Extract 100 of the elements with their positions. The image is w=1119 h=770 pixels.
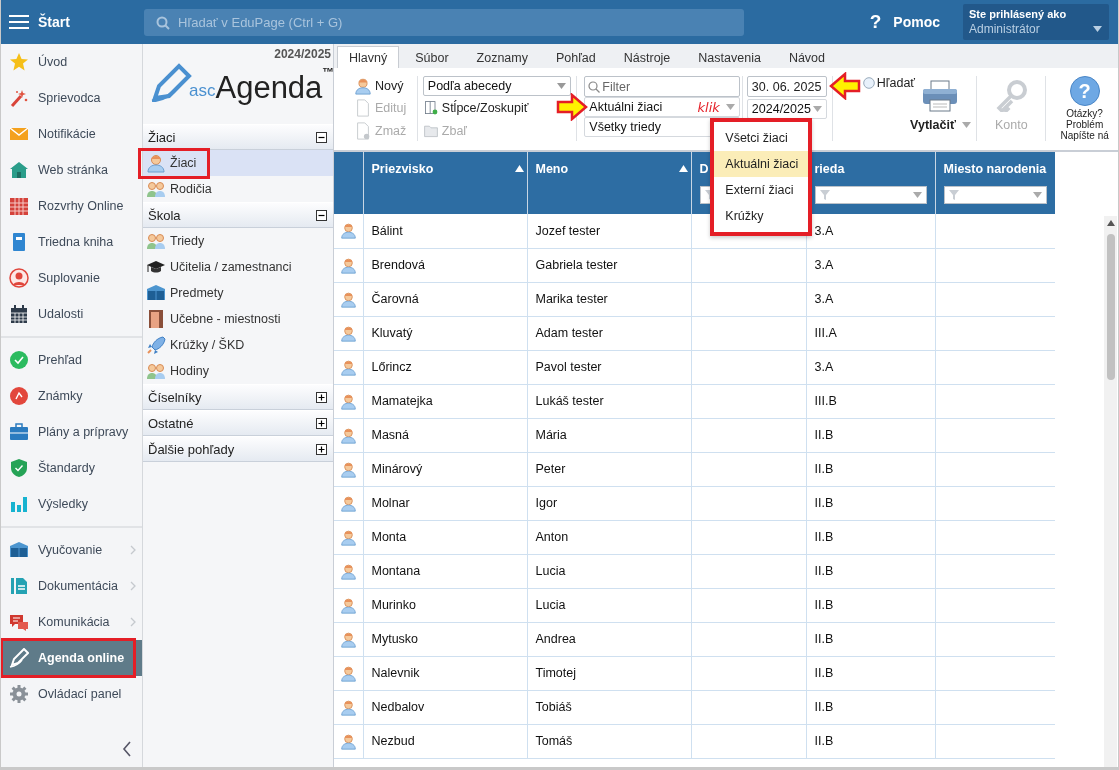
section-title: Žiaci: [148, 129, 176, 145]
person-icon: [340, 290, 357, 308]
expand-icon: [316, 391, 327, 403]
table-cell: III.A: [806, 316, 935, 350]
nav-item[interactable]: Agenda online: [1, 640, 142, 676]
table-cell: Igor: [527, 486, 691, 520]
table-cell: 3.A: [806, 350, 935, 384]
section-header[interactable]: Ďalšie pohľady: [143, 436, 333, 462]
section-header[interactable]: Žiaci: [143, 124, 333, 150]
search-field[interactable]: Hľadať v EduPage (Ctrl + G): [144, 8, 744, 36]
toolbar-button[interactable]: Stĺpce/Zoskupiť: [422, 97, 529, 119]
column-filter-field[interactable]: [814, 186, 927, 204]
panel-item[interactable]: Učitelia / zamestnanci: [143, 254, 333, 280]
person-icon: [340, 732, 357, 750]
nav-item[interactable]: Web stránka: [1, 152, 142, 188]
year-select[interactable]: 2024/2025: [746, 99, 827, 119]
scrollbar-thumb[interactable]: [1107, 234, 1115, 380]
tab[interactable]: Súbor: [403, 46, 461, 68]
panel-item[interactable]: Triedy: [143, 228, 333, 254]
nav-item-label: Výsledky: [38, 497, 89, 511]
dropdown-option[interactable]: Aktuálni žiaci: [714, 151, 809, 177]
nav-item[interactable]: Výsledky: [1, 486, 142, 522]
panel-item[interactable]: Hodiny: [143, 358, 333, 384]
funnel-icon: [948, 190, 959, 200]
search-icon: [588, 81, 601, 93]
nav-item[interactable]: Rozvrhy Online: [1, 188, 142, 224]
column-header[interactable]: Meno: [527, 152, 691, 214]
nav-item[interactable]: Udalosti: [1, 296, 142, 332]
nav-item-label: Štandardy: [38, 461, 95, 475]
nav-item[interactable]: Známky: [1, 378, 142, 414]
table-cell: II.B: [806, 656, 935, 690]
section-header[interactable]: Ostatné: [143, 410, 333, 436]
section-title: Číselníky: [148, 389, 202, 405]
column-header[interactable]: Miesto narodenia: [935, 152, 1055, 214]
nav-item[interactable]: Sprievodca: [1, 80, 142, 116]
panel-item[interactable]: Krúžky / ŠKD: [143, 332, 333, 358]
nav-item[interactable]: Triedna kniha: [1, 224, 142, 260]
tab[interactable]: Zoznamy: [464, 46, 540, 68]
table-cell: Čarovná: [363, 282, 527, 316]
table-cell: II.B: [806, 724, 935, 758]
nav-item[interactable]: Štandardy: [1, 450, 142, 486]
panel-item[interactable]: Učebne - miestnosti: [143, 306, 333, 332]
toolbar-button[interactable]: Nový: [354, 76, 404, 97]
briefcase-icon: [9, 422, 29, 442]
table-cell: Mytusko: [363, 622, 527, 656]
person-icon: [146, 153, 166, 173]
nav-item[interactable]: Ovládací panel: [1, 676, 142, 712]
table-cell: Molnar: [363, 486, 527, 520]
document-icon: [9, 576, 29, 596]
dropdown-option[interactable]: Krúžky: [714, 203, 809, 229]
nav-item[interactable]: Vyučovanie: [1, 532, 142, 568]
column-header[interactable]: Priezvisko: [363, 152, 527, 214]
sort-icon: [514, 165, 524, 172]
tab[interactable]: Nástroje: [611, 46, 683, 68]
sort-select[interactable]: Podľa abecedy: [422, 76, 572, 96]
column-filter-field[interactable]: [943, 186, 1047, 204]
section-header[interactable]: Škola: [143, 202, 333, 228]
section-header[interactable]: Číselníky: [143, 384, 333, 410]
person-icon: [340, 562, 357, 580]
tab[interactable]: Návod: [776, 46, 837, 68]
date-field[interactable]: 30. 06. 2025: [746, 76, 827, 97]
nav-item-label: Vyučovanie: [38, 543, 103, 557]
nav-item[interactable]: Prehľad: [1, 342, 142, 378]
settings-icon: [9, 684, 29, 704]
table-cell: II.B: [806, 554, 935, 588]
key-icon: [995, 80, 1028, 112]
help-button[interactable]: ? Otázky? Problém Napíšte ná: [1060, 76, 1109, 141]
tab[interactable]: Pohľad: [544, 46, 608, 68]
start-menu-button[interactable]: Štart: [1, 0, 143, 44]
search-toggle[interactable]: Hľadať: [862, 76, 916, 90]
caret-icon: [1093, 26, 1102, 32]
panel-item[interactable]: Predmety: [143, 280, 333, 306]
filter-field[interactable]: Filter: [584, 76, 740, 97]
nav-item[interactable]: Úvod: [1, 44, 142, 80]
panel-item[interactable]: Rodičia: [143, 176, 333, 202]
table-cell: II.B: [806, 486, 935, 520]
help-button[interactable]: ? Pomoc: [869, 11, 940, 33]
people-icon: [146, 231, 166, 251]
tab[interactable]: Hlavný: [337, 46, 400, 68]
scrollbar[interactable]: [1104, 216, 1117, 767]
table-cell: Peter: [527, 452, 691, 486]
nav-item[interactable]: Suplovanie: [1, 260, 142, 296]
table-cell: Tomáš: [527, 724, 691, 758]
person-icon: [340, 698, 357, 716]
nav-item[interactable]: Dokumentácia: [1, 568, 142, 604]
table-cell: II.B: [806, 520, 935, 554]
person-icon: [340, 460, 357, 478]
user-menu[interactable]: Ste prihlásený ako Administrátor: [963, 4, 1109, 40]
nav-item-label: Sprievodca: [38, 91, 101, 105]
door-icon: [146, 309, 166, 329]
nav-item[interactable]: Komunikácia: [1, 604, 142, 640]
student-select[interactable]: Aktuálni žiaci klik: [584, 97, 740, 117]
nav-item[interactable]: Notifikácie: [1, 116, 142, 152]
nav-item-label: Ovládací panel: [38, 687, 122, 701]
table-cell: 3.A: [806, 248, 935, 282]
tab[interactable]: Nastavenia: [686, 46, 773, 68]
collapse-button[interactable]: [120, 739, 134, 759]
nav-item[interactable]: Plány a prípravy: [1, 414, 142, 450]
dropdown-option[interactable]: Externí žiaci: [714, 177, 809, 203]
table-cell: Tobiáš: [527, 690, 691, 724]
